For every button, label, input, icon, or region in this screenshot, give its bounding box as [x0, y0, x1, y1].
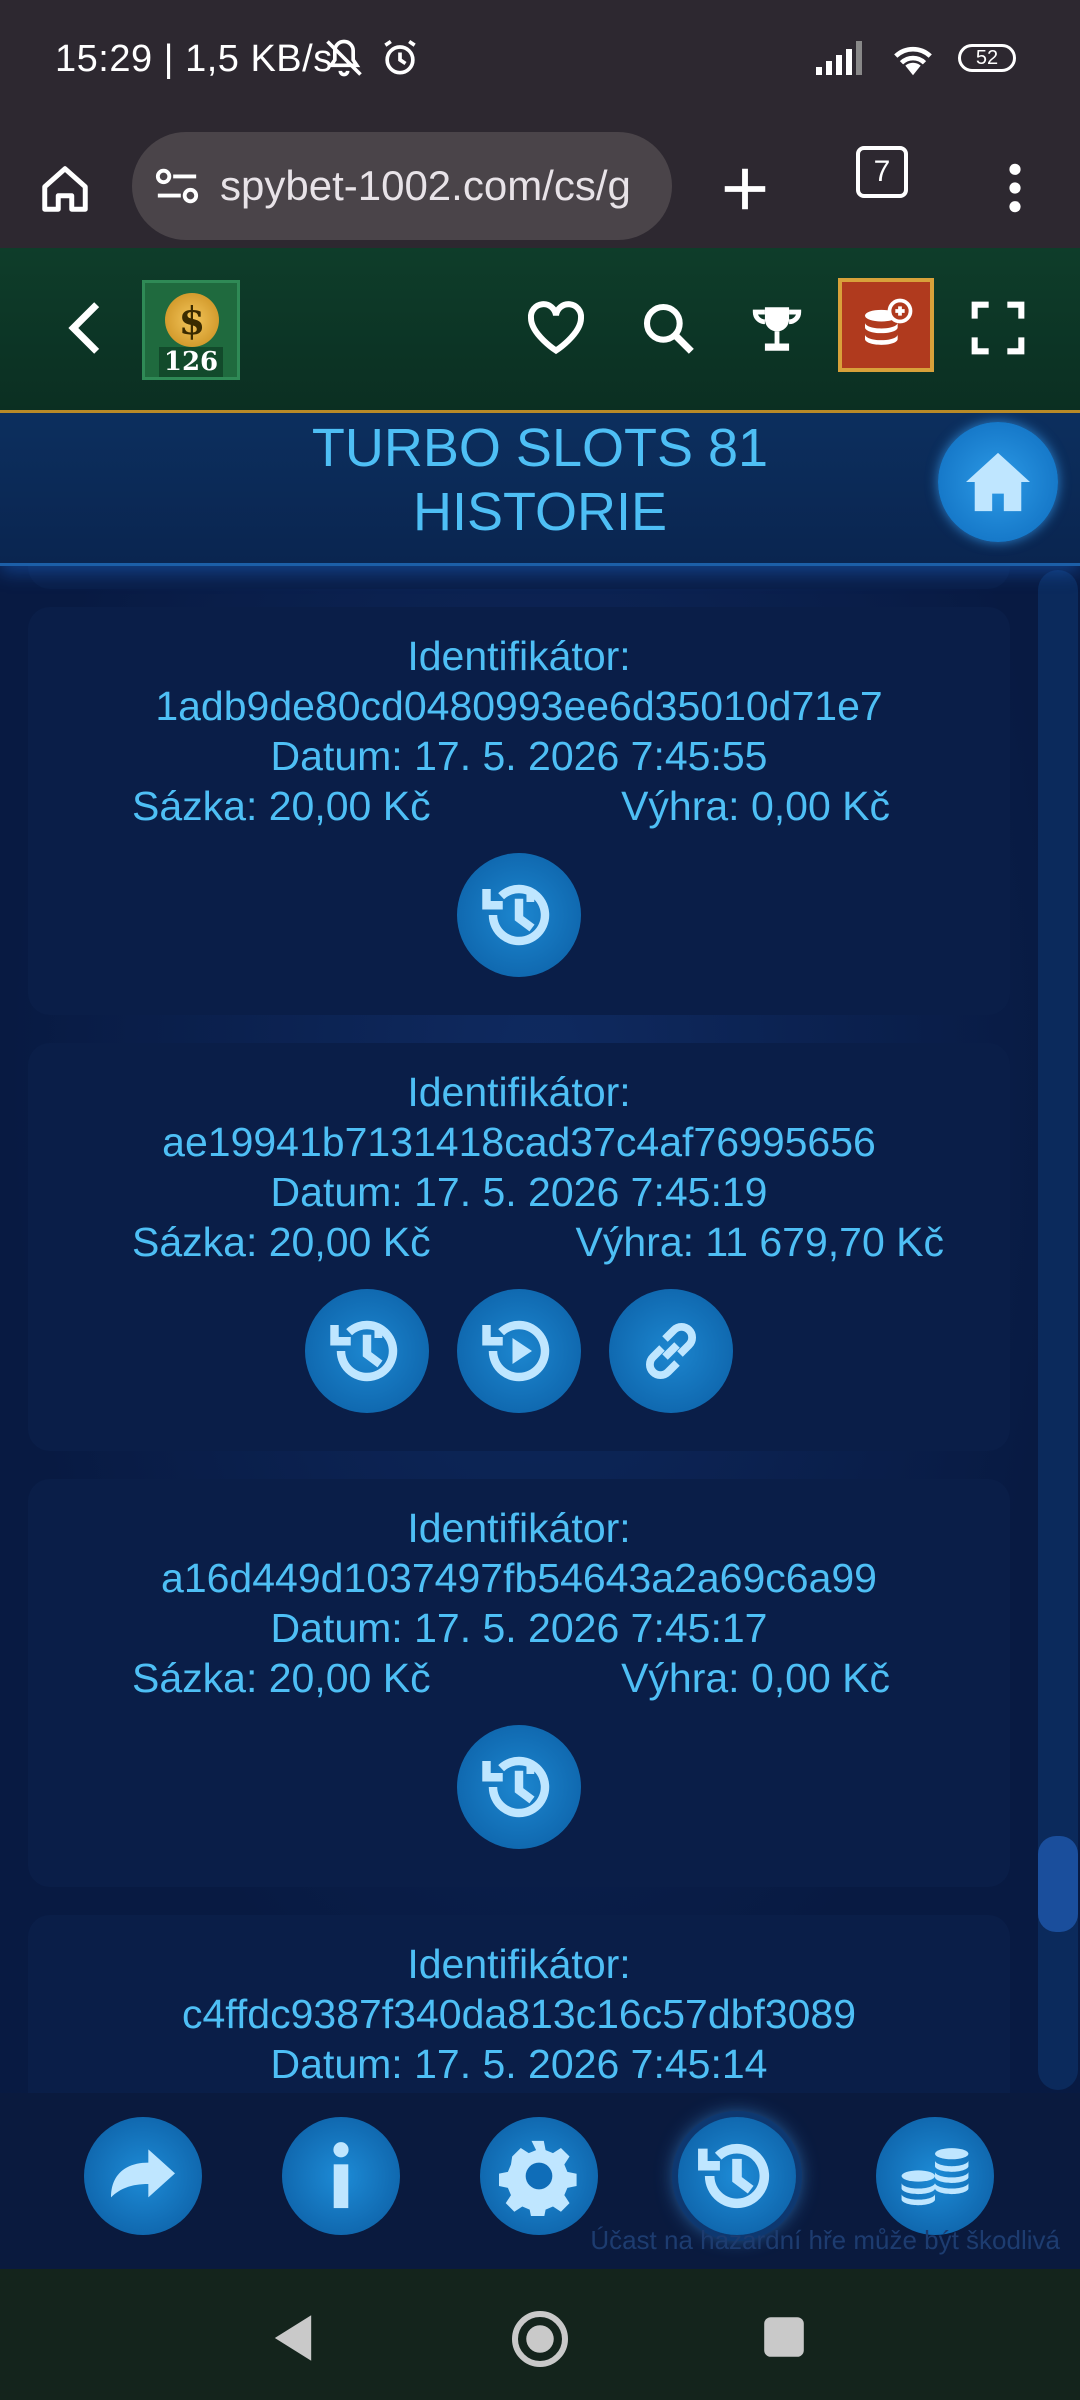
history-icon: [698, 2143, 770, 2209]
history-title-bar: TURBO SLOTS 81 HISTORIE: [0, 413, 1080, 566]
history-detail-icon: [482, 1756, 550, 1818]
deposit-coins-icon: [865, 298, 913, 345]
site-settings-icon[interactable]: [154, 164, 200, 208]
nav-back-icon[interactable]: [270, 2313, 316, 2363]
exit-game-button[interactable]: [84, 2117, 202, 2235]
history-detail-button[interactable]: [457, 853, 581, 977]
round-id: a16d449d1037497fb54643a2a69c6a99: [161, 1555, 877, 1601]
bet-amount: Sázka: 20,00 Kč: [132, 1219, 431, 1265]
address-bar[interactable]: spybet-1002.com/cs/g: [132, 132, 672, 240]
history-detail-button[interactable]: [457, 1725, 581, 1849]
search-icon[interactable]: [640, 300, 696, 356]
settings-icon: [499, 2140, 577, 2216]
nav-home-icon[interactable]: [510, 2309, 570, 2369]
alarm-icon: [384, 39, 416, 75]
id-label: Identifikátor:: [407, 633, 631, 679]
gambling-disclaimer: Účast na hazardní hře může být škodlivá: [590, 2225, 1060, 2255]
replay-button[interactable]: [457, 1289, 581, 1413]
browser-toolbar: spybet-1002.com/cs/g 7: [0, 118, 1080, 248]
info-button[interactable]: [282, 2117, 400, 2235]
tab-switcher-button[interactable]: 7: [856, 146, 908, 198]
history-panel: TURBO SLOTS 81 HISTORIE Identifikátor: 1…: [0, 413, 1080, 2093]
status-time: 15:29 | 1,5 KB/s: [55, 38, 333, 80]
bet-amount: Sázka: 20,00 Kč: [132, 783, 431, 829]
deposit-button[interactable]: [838, 278, 934, 372]
id-label: Identifikátor:: [407, 1941, 631, 1987]
wifi-icon: [894, 46, 932, 76]
round-date: Datum: 17. 5. 2026 7:45:14: [270, 2041, 768, 2087]
muted-bell-icon: [326, 39, 362, 77]
history-card: Identifikátor: 1adb9de80cd0480993ee6d350…: [28, 607, 1010, 1015]
dollar-coin-icon: $: [165, 293, 219, 347]
history-card: Identifikátor: ae19941b7131418cad37c4af7…: [28, 1043, 1010, 1451]
history-detail-icon: [330, 1320, 398, 1382]
history-card: Identifikátor: c4ffdc9387f340da813c16c57…: [28, 1915, 1010, 2093]
casino-header: $ 126: [0, 248, 1080, 413]
link-icon: [646, 1323, 696, 1379]
game-bottom-bar: Účast na hazardní hře může být škodlivá: [0, 2093, 1080, 2269]
win-amount: Výhra: 11 679,70 Kč: [575, 1219, 944, 1265]
back-icon[interactable]: [62, 300, 108, 356]
fullscreen-icon[interactable]: [970, 300, 1026, 356]
history-detail-button[interactable]: [305, 1289, 429, 1413]
player-level: 126: [159, 347, 223, 377]
player-level-badge[interactable]: $ 126: [142, 280, 240, 380]
round-date: Datum: 17. 5. 2026 7:45:19: [270, 1169, 768, 1215]
game-title: TURBO SLOTS 81: [311, 418, 769, 478]
favorite-heart-icon[interactable]: [526, 300, 586, 356]
battery-indicator: 52: [958, 44, 1016, 72]
system-nav-bar: [0, 2269, 1080, 2400]
nav-recents-icon[interactable]: [762, 2315, 806, 2359]
round-date: Datum: 17. 5. 2026 7:45:55: [270, 733, 768, 779]
section-title: HISTORIE: [412, 482, 668, 542]
round-id: 1adb9de80cd0480993ee6d35010d71e7: [155, 683, 883, 729]
win-amount: Výhra: 0,00 Kč: [621, 1655, 890, 1701]
status-bar: 15:29 | 1,5 KB/s 52: [0, 0, 1080, 118]
id-label: Identifikátor:: [407, 1505, 631, 1551]
bet-amount: Sázka: 20,00 Kč: [132, 1655, 431, 1701]
bet-coins-icon: [901, 2148, 969, 2206]
exit-icon: [111, 2149, 175, 2198]
history-button[interactable]: [678, 2117, 796, 2235]
win-amount: Výhra: 0,00 Kč: [621, 783, 890, 829]
signal-icon: [816, 41, 862, 75]
history-detail-icon: [482, 884, 550, 946]
history-list[interactable]: Identifikátor: 1adb9de80cd0480993ee6d350…: [0, 563, 1080, 2093]
home-icon: [966, 452, 1030, 512]
scrollbar-thumb[interactable]: [1038, 1836, 1078, 1932]
info-icon: [333, 2142, 349, 2209]
round-date: Datum: 17. 5. 2026 7:45:17: [270, 1605, 768, 1651]
more-menu-icon[interactable]: [990, 160, 1040, 216]
lobby-home-button[interactable]: [938, 422, 1058, 542]
new-tab-icon[interactable]: [718, 162, 772, 216]
round-id: c4ffdc9387f340da813c16c57dbf3089: [181, 1991, 857, 2037]
round-id: ae19941b7131418cad37c4af76995656: [162, 1119, 876, 1165]
trophy-icon[interactable]: [748, 300, 806, 358]
settings-button[interactable]: [480, 2117, 598, 2235]
bet-settings-button[interactable]: [876, 2117, 994, 2235]
history-card: Identifikátor: a16d449d1037497fb54643a2a…: [28, 1479, 1010, 1887]
home-icon[interactable]: [38, 162, 92, 216]
id-label: Identifikátor:: [407, 1069, 631, 1115]
replay-icon: [482, 1320, 550, 1382]
share-link-button[interactable]: [609, 1289, 733, 1413]
url-text[interactable]: spybet-1002.com/cs/g: [220, 162, 631, 210]
history-card-partial: [28, 563, 1010, 589]
